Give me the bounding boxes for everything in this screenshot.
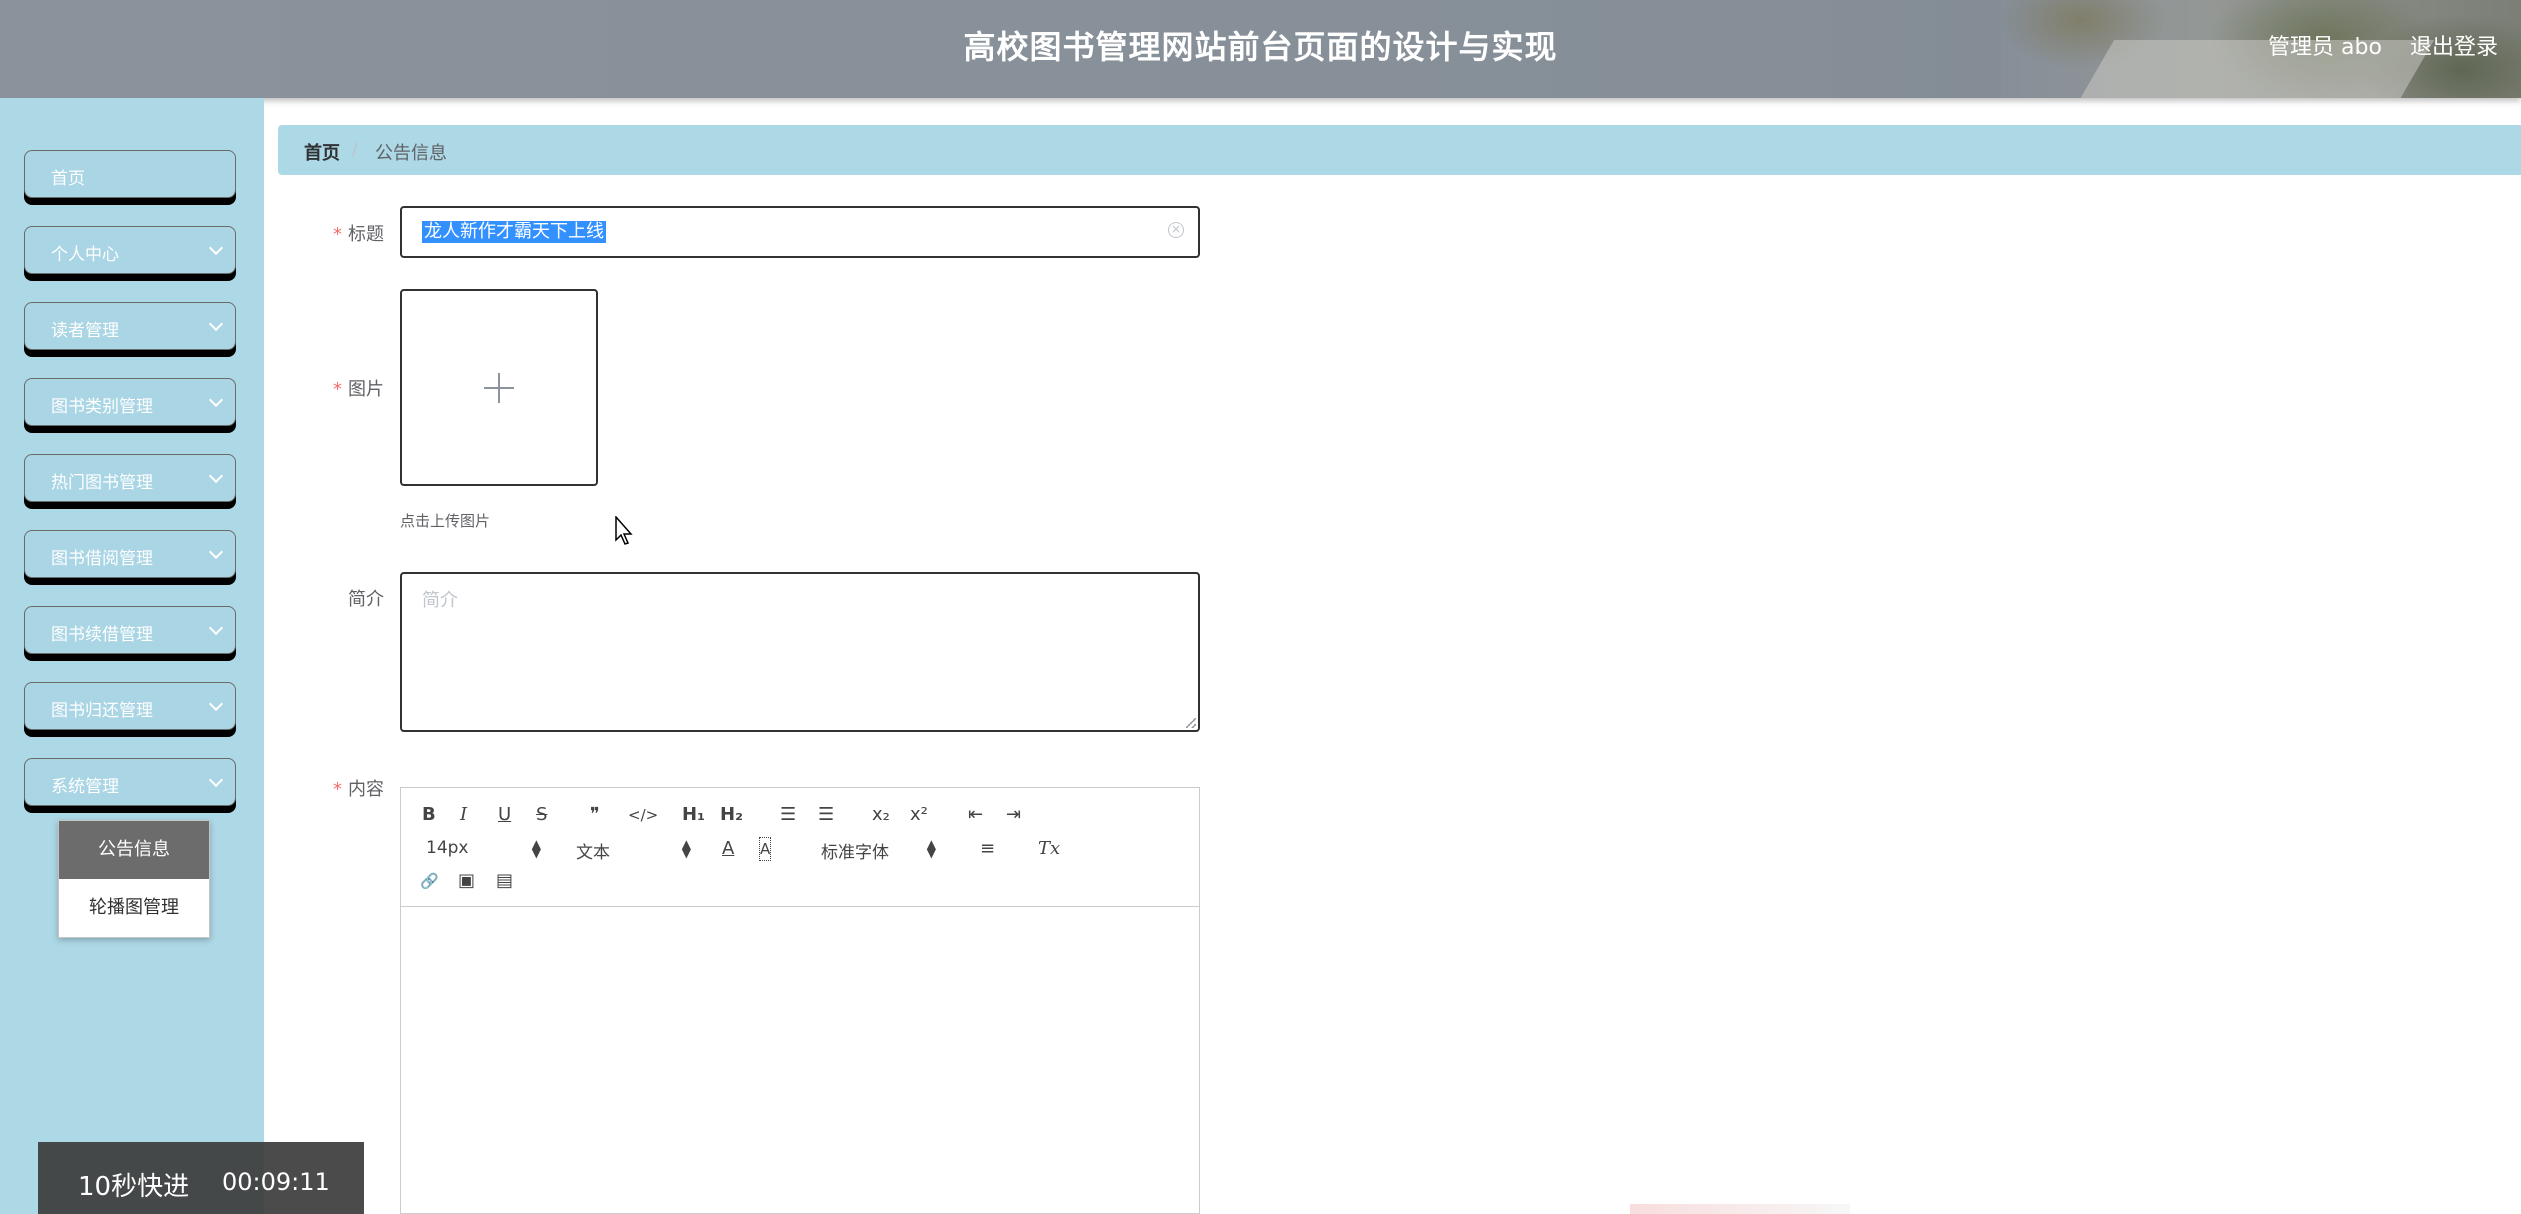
breadcrumb-current: 公告信息 xyxy=(375,143,447,164)
sidebar-item-popular-book-management[interactable]: 热门图书管理 xyxy=(24,454,236,502)
breadcrumb-home[interactable]: 首页 xyxy=(304,139,340,165)
admin-user-label: 管理员 abo xyxy=(2268,35,2382,60)
heading-1-button[interactable]: H₁ xyxy=(682,804,705,826)
indent-button[interactable]: ⇥ xyxy=(1006,804,1021,826)
sidebar-item-system-management[interactable]: 系统管理 xyxy=(24,758,236,806)
outdent-button[interactable]: ⇤ xyxy=(968,804,983,826)
sidebar-item-reader-management[interactable]: 读者管理 xyxy=(24,302,236,350)
required-mark: * xyxy=(333,224,342,245)
title-label: * 标题 xyxy=(284,220,384,246)
picker-arrows-icon: ▲ ▼ xyxy=(681,837,691,860)
clear-format-button[interactable]: Tx xyxy=(1038,838,1060,860)
breadcrumb: 首页 / 公告信息 xyxy=(278,125,2521,175)
align-button[interactable]: ≡ xyxy=(980,838,995,860)
logout-link[interactable]: 退出登录 xyxy=(2410,29,2498,61)
intro-placeholder: 简介 xyxy=(422,590,458,611)
code-block-button[interactable]: </> xyxy=(628,804,658,826)
required-mark: * xyxy=(333,379,342,400)
sidebar-item-label: 图书续借管理 xyxy=(51,625,153,645)
sidebar-item-label: 图书类别管理 xyxy=(51,397,153,417)
required-mark: * xyxy=(333,779,342,800)
font-family-value: 标准字体 xyxy=(821,843,889,863)
sidebar-item-label: 图书归还管理 xyxy=(51,701,153,721)
header-picker-value: 文本 xyxy=(576,843,610,863)
chevron-down-icon xyxy=(208,620,224,636)
intro-textarea[interactable]: 简介 xyxy=(400,572,1200,732)
sidebar-item-label: 读者管理 xyxy=(51,321,119,341)
breadcrumb-separator: / xyxy=(352,139,359,160)
font-family-picker[interactable]: 标准字体 ▲ ▼ xyxy=(821,838,936,863)
chevron-down-icon xyxy=(208,696,224,712)
link-button[interactable]: 🔗 xyxy=(420,870,439,892)
content-rich-text-editor: B I U S ❞ </> H₁ H₂ ☰ ☰ x₂ x² ⇤ ⇥ 14px ▲… xyxy=(400,787,1200,1214)
underline-button[interactable]: U xyxy=(498,804,511,826)
submenu-item-announcements[interactable]: 公告信息 xyxy=(59,821,209,879)
sidebar-item-label: 图书借阅管理 xyxy=(51,549,153,569)
editor-toolbar: B I U S ❞ </> H₁ H₂ ☰ ☰ x₂ x² ⇤ ⇥ 14px ▲… xyxy=(401,788,1199,907)
clear-icon[interactable]: × xyxy=(1168,222,1184,238)
subscript-button[interactable]: x₂ xyxy=(872,804,890,826)
title-input-value: 龙人新作才霸天下上线 xyxy=(422,221,606,243)
superscript-button[interactable]: x² xyxy=(910,804,928,826)
system-management-submenu: 公告信息 轮播图管理 xyxy=(58,820,210,938)
text-color-button[interactable]: A xyxy=(722,838,734,860)
font-size-picker[interactable]: 14px ▲ ▼ xyxy=(426,837,541,860)
editor-content-area[interactable] xyxy=(401,907,1199,1213)
upload-tip: 点击上传图片 xyxy=(400,512,491,530)
submenu-item-carousel-management[interactable]: 轮播图管理 xyxy=(59,879,209,937)
header-picker[interactable]: 文本 ▲ ▼ xyxy=(576,838,691,863)
watermark-logo xyxy=(1630,1204,1850,1214)
chevron-down-icon xyxy=(208,240,224,256)
picker-arrows-icon: ▲ ▼ xyxy=(531,837,541,860)
sidebar-item-home[interactable]: 首页 xyxy=(24,150,236,198)
sidebar-item-personal-center[interactable]: 个人中心 xyxy=(24,226,236,274)
image-upload-box[interactable] xyxy=(400,289,598,486)
chevron-down-icon xyxy=(208,544,224,560)
image-label-text: 图片 xyxy=(348,379,384,400)
sidebar-item-label: 首页 xyxy=(51,169,85,189)
fast-forward-button[interactable]: 10秒快进 xyxy=(78,1166,189,1203)
ordered-list-button[interactable]: ☰ xyxy=(780,804,796,826)
resize-handle-icon[interactable] xyxy=(1186,718,1196,728)
top-header: 高校图书管理网站前台页面的设计与实现 管理员 abo 退出登录 xyxy=(0,0,2521,98)
chevron-down-icon xyxy=(208,316,224,332)
image-label: * 图片 xyxy=(284,375,384,401)
chevron-down-icon xyxy=(208,772,224,788)
bold-button[interactable]: B xyxy=(422,804,436,826)
sidebar-item-label: 个人中心 xyxy=(51,245,119,265)
intro-label: 简介 xyxy=(348,589,384,610)
site-title: 高校图书管理网站前台页面的设计与实现 xyxy=(963,28,1558,66)
video-player-overlay: 10秒快进 00:09:11 xyxy=(38,1142,364,1214)
content-label: * 内容 xyxy=(284,775,384,801)
picker-arrows-icon: ▲ ▼ xyxy=(926,837,936,860)
strikethrough-button[interactable]: S xyxy=(536,804,547,826)
plus-icon-vertical xyxy=(498,373,500,403)
chevron-down-icon xyxy=(208,468,224,484)
heading-2-button[interactable]: H₂ xyxy=(720,804,743,826)
sidebar-item-book-category-management[interactable]: 图书类别管理 xyxy=(24,378,236,426)
sidebar-item-label: 热门图书管理 xyxy=(51,473,153,493)
video-button[interactable]: ▤ xyxy=(496,870,513,892)
playback-time: 00:09:11 xyxy=(222,1168,330,1196)
sidebar-item-book-renewal-management[interactable]: 图书续借管理 xyxy=(24,606,236,654)
background-color-button[interactable]: A xyxy=(758,837,772,861)
sidebar-item-label: 系统管理 xyxy=(51,777,119,797)
content-label-text: 内容 xyxy=(348,779,384,800)
sidebar-item-book-borrow-management[interactable]: 图书借阅管理 xyxy=(24,530,236,578)
chevron-down-icon xyxy=(208,392,224,408)
sidebar-item-book-return-management[interactable]: 图书归还管理 xyxy=(24,682,236,730)
sidebar: 首页 个人中心 读者管理 图书类别管理 热门图书管理 图书借阅管理 图书续借管理… xyxy=(0,98,264,1214)
font-size-value: 14px xyxy=(426,838,469,858)
image-button[interactable]: ▣ xyxy=(458,870,475,892)
bullet-list-button[interactable]: ☰ xyxy=(818,804,834,826)
blockquote-button[interactable]: ❞ xyxy=(590,804,600,826)
title-label-text: 标题 xyxy=(348,224,384,245)
italic-button[interactable]: I xyxy=(460,804,467,826)
title-input[interactable]: 龙人新作才霸天下上线 × xyxy=(400,206,1200,258)
mouse-cursor-icon xyxy=(615,516,633,545)
